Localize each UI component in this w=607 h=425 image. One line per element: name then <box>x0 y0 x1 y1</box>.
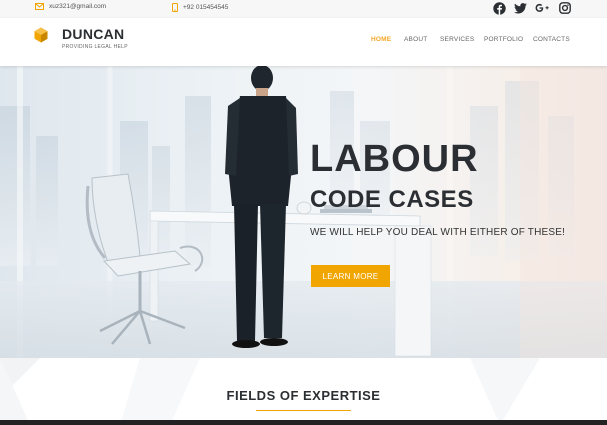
nav-about[interactable]: ABOUT <box>404 36 427 43</box>
nav-contacts[interactable]: CONTACTS <box>533 36 570 43</box>
nav-services[interactable]: SERVICES <box>440 36 474 43</box>
nav-home[interactable]: HOME <box>371 36 391 43</box>
logo-icon <box>34 27 48 43</box>
email-text: xuz321@gmail.com <box>49 3 107 10</box>
envelope-icon <box>35 3 44 10</box>
instagram-link[interactable] <box>558 1 572 15</box>
brand-name[interactable]: DUNCAN <box>62 26 124 42</box>
expertise-section: FIELDS OF EXPERTISE <box>0 358 607 425</box>
learn-more-button[interactable]: LEARN MORE <box>311 265 390 287</box>
title-underline <box>256 410 351 411</box>
hero-title-line1: LABOUR <box>310 138 479 180</box>
nav-portfolio[interactable]: PORTFOLIO <box>484 36 523 43</box>
hero-banner: LABOUR CODE CASES WE WILL HELP YOU DEAL … <box>0 66 607 358</box>
instagram-icon <box>559 2 571 14</box>
phone-text: +92 015454545 <box>183 4 229 11</box>
section-title: FIELDS OF EXPERTISE <box>226 388 381 403</box>
twitter-icon <box>513 2 527 13</box>
email-contact[interactable]: xuz321@gmail.com <box>35 3 106 10</box>
top-bar: xuz321@gmail.com +92 015454545 <box>0 0 607 18</box>
phone-contact[interactable]: +92 015454545 <box>172 3 228 12</box>
facebook-link[interactable] <box>492 1 506 15</box>
twitter-link[interactable] <box>513 1 527 15</box>
google-plus-link[interactable] <box>535 1 549 15</box>
google-plus-icon <box>535 3 549 12</box>
hero-subtitle: WE WILL HELP YOU DEAL WITH EITHER OF THE… <box>310 227 566 238</box>
site-header: DUNCAN PROVIDING LEGAL HELP HOME ABOUT S… <box>0 18 607 66</box>
bottom-strip <box>0 420 607 425</box>
hero-office-illustration <box>0 66 607 358</box>
brand-tagline: PROVIDING LEGAL HELP <box>62 44 128 50</box>
facebook-icon <box>492 1 506 15</box>
phone-icon <box>172 3 178 12</box>
hero-title-line2: CODE CASES <box>310 186 474 213</box>
